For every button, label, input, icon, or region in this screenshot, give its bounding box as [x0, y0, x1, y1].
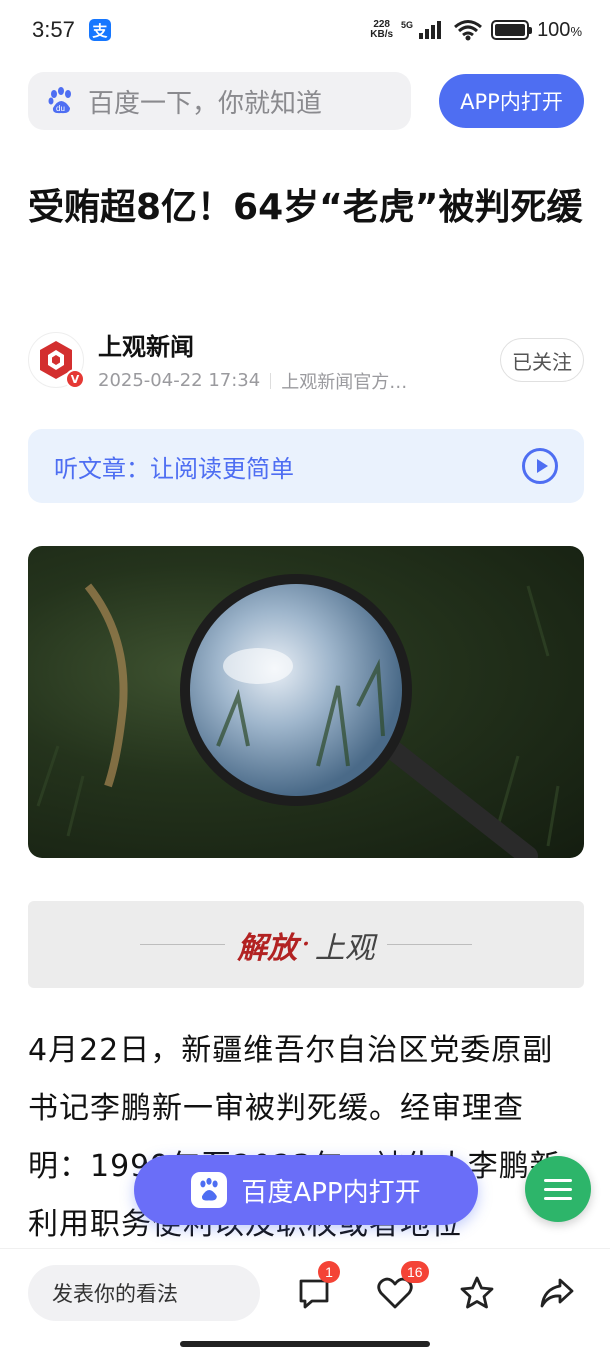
comment-input[interactable]: 发表你的看法 [28, 1265, 260, 1321]
magnifying-glass-image [36, 574, 560, 858]
logo-part-shangguan: 上观 [314, 930, 375, 966]
wifi-icon [454, 20, 483, 41]
verified-badge: V [65, 369, 85, 389]
play-icon[interactable] [522, 448, 558, 484]
article-image [28, 546, 584, 858]
status-time: 3:57 [32, 17, 75, 42]
menu-icon[interactable] [525, 1156, 591, 1222]
search-header: du 百度一下，你就知道 APP内打开 [28, 72, 584, 130]
battery-icon [491, 20, 533, 40]
floating-open-app-label: 百度APP内打开 [241, 1177, 421, 1208]
listen-article-label: 听文章：让阅读更简单 [54, 454, 294, 483]
floating-open-app-button[interactable]: 百度APP内打开 [134, 1155, 478, 1225]
meta-divider [270, 372, 272, 389]
cellular-signal-icon: 5G [401, 20, 442, 39]
favorite-button[interactable] [455, 1271, 499, 1315]
author-info: 上观新闻 2025-04-22 17:34 上观新闻官方… [98, 327, 500, 394]
publish-date: 2025-04-22 17:34 [98, 370, 261, 391]
comment-button[interactable]: 1 [292, 1261, 340, 1315]
open-in-app-button[interactable]: APP内打开 [439, 74, 584, 128]
alipay-notification-icon: 支 [88, 19, 111, 41]
follow-button[interactable]: 已关注 [500, 338, 584, 382]
status-right: 228 KB/s 5G 100% [370, 19, 582, 42]
status-bar: 3:57 支 228 KB/s 5G 100% [0, 0, 610, 60]
search-box[interactable]: du 百度一下，你就知道 [28, 72, 411, 130]
baidu-paw-icon: du [48, 87, 71, 114]
source-divider-right [386, 944, 472, 945]
author-description: 上观新闻官方… [281, 371, 408, 393]
share-icon [540, 1278, 574, 1308]
star-icon [460, 1276, 494, 1309]
author-meta: 2025-04-22 17:34 上观新闻官方… [98, 368, 500, 394]
network-speed: 228 KB/s [370, 20, 393, 40]
battery-level: 100% [537, 18, 582, 41]
logo-dot: · [301, 927, 311, 962]
author-name[interactable]: 上观新闻 [98, 327, 500, 362]
search-placeholder: 百度一下，你就知道 [88, 88, 323, 119]
home-indicator [180, 1341, 430, 1347]
status-left: 3:57 支 [32, 17, 111, 43]
share-button[interactable] [535, 1271, 579, 1315]
network-type-label: 5G [401, 20, 413, 30]
author-row: V 上观新闻 2025-04-22 17:34 上观新闻官方… 已关注 [28, 327, 584, 394]
svg-text:du: du [56, 104, 65, 113]
listen-article-banner[interactable]: 听文章：让阅读更简单 [28, 429, 584, 503]
author-avatar[interactable]: V [28, 332, 85, 389]
article-title: 受贿超8亿！64岁“老虎”被判死缓 [28, 187, 583, 228]
logo-part-jiefang: 解放 [237, 930, 298, 966]
comment-count-badge: 1 [318, 1261, 340, 1283]
baidu-app-icon [191, 1172, 228, 1208]
network-speed-unit: KB/s [370, 29, 394, 40]
source-divider-left [140, 944, 226, 945]
jiefang-shangguan-logo: 解放 · 上观 [237, 923, 375, 967]
like-button[interactable]: 16 [373, 1261, 429, 1315]
bottom-action-bar: 发表你的看法 1 16 [0, 1248, 610, 1356]
like-count-badge: 16 [401, 1261, 429, 1283]
source-banner: 解放 · 上观 [28, 901, 584, 988]
